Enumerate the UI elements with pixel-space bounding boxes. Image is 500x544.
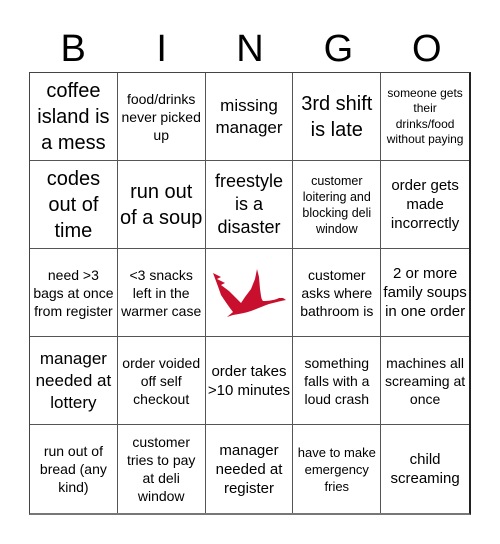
- cell-text: order gets made incorrectly: [390, 177, 460, 232]
- bingo-cell[interactable]: <3 snacks left in the warmer case: [117, 249, 206, 337]
- bingo-cell[interactable]: order takes >10 minutes: [205, 337, 294, 425]
- bingo-cell[interactable]: food/drinks never picked up: [117, 73, 206, 161]
- cell-text: missing manager: [215, 95, 283, 137]
- header-letter-g: G: [323, 28, 354, 70]
- cell-text: freestyle is a disaster: [214, 171, 283, 237]
- bingo-cell[interactable]: coffee island is a mess: [30, 73, 118, 161]
- bingo-cell[interactable]: child screaming: [381, 425, 469, 513]
- cell-text: someone gets their drinks/food without p…: [386, 85, 464, 147]
- bingo-cell[interactable]: customer asks where bathroom is: [293, 249, 382, 337]
- cell-text: customer asks where bathroom is: [300, 266, 374, 319]
- header-letter-o: O: [412, 28, 442, 70]
- cell-text: order takes >10 minutes: [207, 362, 291, 399]
- cell-text: run out of bread (any kind): [39, 443, 107, 495]
- bingo-header: B I N G O: [29, 26, 471, 72]
- cell-text: order voided off self checkout: [122, 354, 201, 407]
- cell-text: run out of a soup: [120, 180, 203, 229]
- cell-text: 3rd shift is late: [301, 92, 373, 141]
- bingo-cell[interactable]: missing manager: [205, 73, 294, 161]
- bingo-cell[interactable]: customer tries to pay at deli window: [118, 425, 206, 513]
- header-letter-i: I: [156, 28, 167, 70]
- bingo-cell[interactable]: have to make emergency fries: [293, 425, 382, 513]
- bingo-cell[interactable]: customer loitering and blocking deli win…: [293, 161, 382, 249]
- cell-text: coffee island is a mess: [37, 79, 110, 154]
- cell-text: food/drinks never picked up: [121, 90, 201, 143]
- cell-text: codes out of time: [46, 167, 101, 242]
- bingo-cell[interactable]: run out of bread (any kind): [30, 425, 118, 513]
- cell-text: <3 snacks left in the warmer case: [121, 266, 202, 319]
- bingo-cell[interactable]: order voided off self checkout: [117, 337, 206, 425]
- goose-logo-icon: [211, 267, 287, 319]
- cell-text: have to make emergency fries: [297, 444, 376, 494]
- cell-text: customer tries to pay at deli window: [126, 434, 196, 504]
- cell-text: manager needed at register: [215, 441, 283, 497]
- bingo-cell[interactable]: codes out of time: [30, 161, 118, 249]
- bingo-cell[interactable]: machines all screaming at once: [381, 337, 469, 425]
- cell-text: something falls with a loud crash: [304, 354, 370, 407]
- bingo-cell[interactable]: 2 or more family soups in one order: [381, 249, 469, 337]
- bingo-cell[interactable]: need >3 bags at once from register: [30, 249, 118, 337]
- bingo-cell[interactable]: something falls with a loud crash: [293, 337, 382, 425]
- free-space-cell[interactable]: [205, 249, 294, 337]
- header-letter-b: B: [60, 28, 86, 70]
- goose-shape: [212, 268, 286, 317]
- header-letter-n: N: [236, 28, 264, 70]
- bingo-cell[interactable]: manager needed at lottery: [30, 337, 118, 425]
- cell-text: manager needed at lottery: [35, 348, 112, 412]
- bingo-board: coffee island is a mess food/drinks neve…: [29, 72, 471, 515]
- bingo-cell[interactable]: 3rd shift is late: [293, 73, 382, 161]
- bingo-cell[interactable]: order gets made incorrectly: [381, 161, 469, 249]
- cell-text: need >3 bags at once from register: [33, 266, 114, 319]
- bingo-cell[interactable]: freestyle is a disaster: [205, 161, 294, 249]
- bingo-cell[interactable]: manager needed at register: [206, 425, 294, 513]
- bingo-cell[interactable]: someone gets their drinks/food without p…: [381, 73, 469, 161]
- cell-text: customer loitering and blocking deli win…: [302, 173, 372, 236]
- bingo-cell[interactable]: run out of a soup: [117, 161, 206, 249]
- cell-text: child screaming: [390, 451, 460, 487]
- cell-text: machines all screaming at once: [385, 354, 466, 407]
- cell-text: 2 or more family soups in one order: [383, 265, 467, 320]
